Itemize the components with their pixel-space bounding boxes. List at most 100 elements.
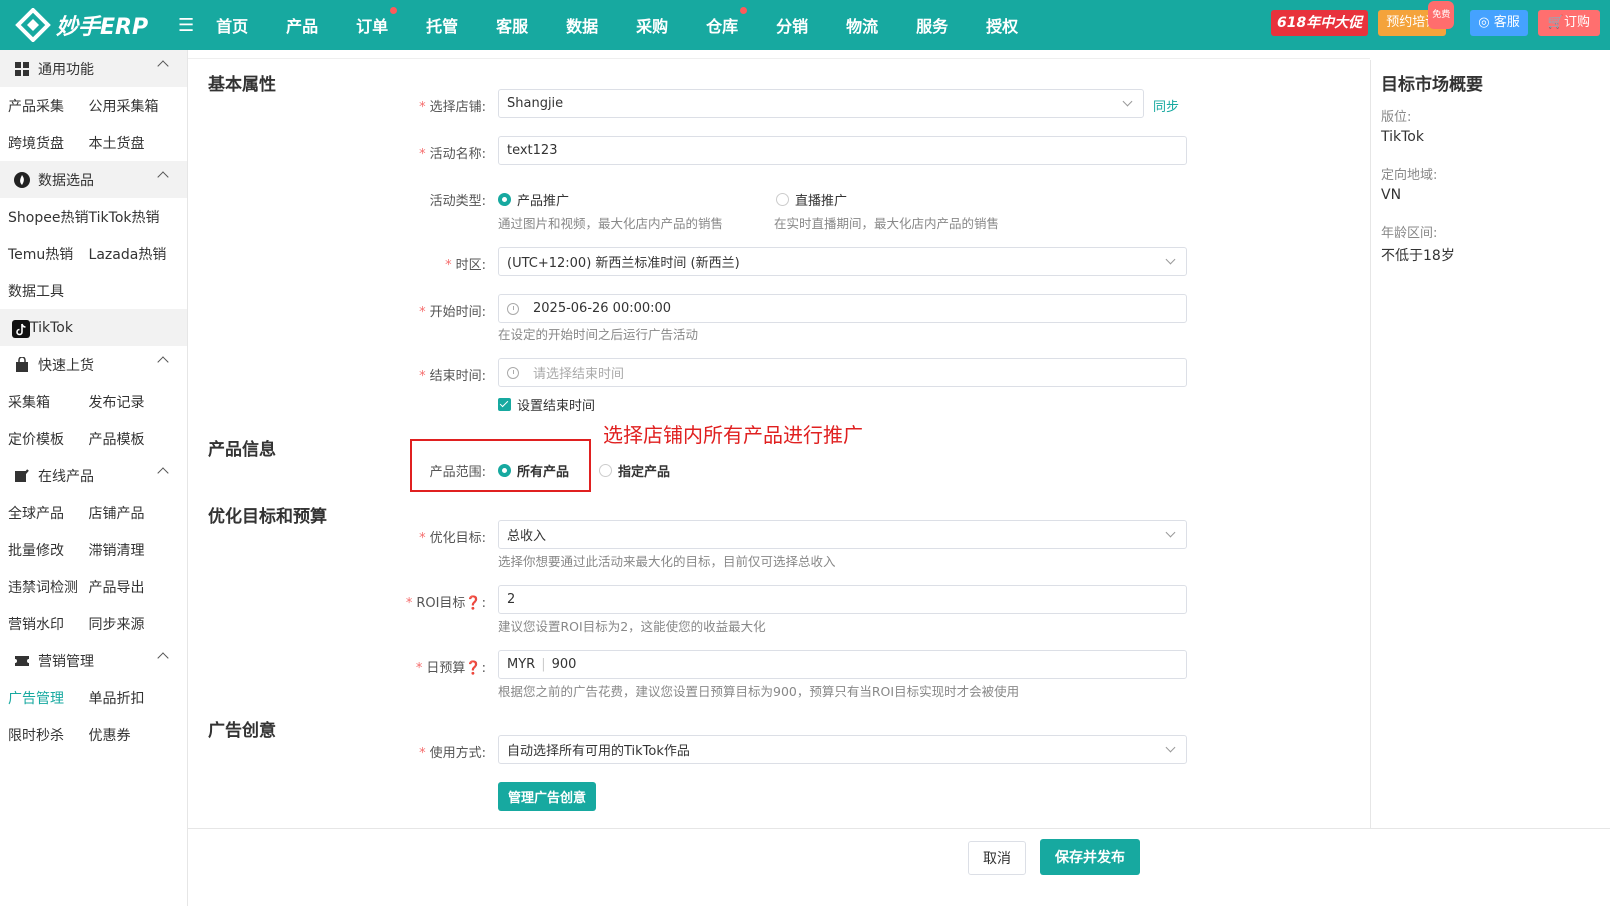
start-time-input[interactable]: 2025-06-26 00:00:00 <box>498 294 1187 323</box>
nav-customer-service[interactable]: 客服 <box>496 13 566 37</box>
store-select-value: Shangjie <box>507 96 564 111</box>
goal-select[interactable]: 总收入 <box>498 520 1187 549</box>
name-label: * 活动名称: <box>419 147 486 162</box>
nav-distribution[interactable]: 分销 <box>776 13 846 37</box>
sidebar-item-product-template[interactable]: 产品模板 <box>89 429 187 449</box>
sidebar-item-banned-words[interactable]: 违禁词检测 <box>0 577 89 597</box>
radio-scope-specific[interactable]: 指定产品 <box>599 461 670 480</box>
sidebar-item-local-goods[interactable]: 本土货盘 <box>89 133 187 153</box>
chevron-down-icon <box>1165 527 1176 538</box>
sidebar-group-common[interactable]: 通用功能 <box>0 50 187 87</box>
chevron-up-icon <box>157 60 169 72</box>
sidebar-item-store-products[interactable]: 店铺产品 <box>89 503 187 523</box>
placement-value: TikTok <box>1381 129 1424 145</box>
chevron-up-icon <box>157 652 169 664</box>
nav-authorization[interactable]: 授权 <box>986 13 1056 37</box>
sidebar-item-ad-manage[interactable]: 广告管理 <box>0 688 89 708</box>
sidebar-item-bulk-edit[interactable]: 批量修改 <box>0 540 89 560</box>
sidebar: 通用功能 产品采集 公用采集箱 跨境货盘 本土货盘 数据选品 Shopee热销 Tik… <box>0 50 188 906</box>
sidebar-item-collect-box[interactable]: 采集箱 <box>0 392 89 412</box>
sidebar-group-quick-upload[interactable]: 快速上货 <box>0 346 187 383</box>
radio-icon <box>498 464 511 477</box>
goal-value: 总收入 <box>507 529 547 544</box>
end-time-checkbox-label: 设置结束时间 <box>517 399 596 414</box>
sidebar-item-product-export[interactable]: 产品导出 <box>89 577 187 597</box>
sidebar-item-lazada-hot[interactable]: Lazada热销 <box>89 244 187 264</box>
menu-toggle-icon[interactable]: ☰ <box>178 15 194 36</box>
age-value: 不低于18岁 <box>1381 248 1455 264</box>
top-navbar: 妙手ERP ☰ 首页 产品 订单 托管 客服 数据 采购 仓库 分销 物流 服务… <box>0 0 1610 50</box>
panel-title: 目标市场概要 <box>1381 75 1483 95</box>
sidebar-item-coupon[interactable]: 优惠券 <box>89 725 187 745</box>
sidebar-group-tiktok[interactable]: TikTok <box>0 309 187 346</box>
cancel-button[interactable]: 取消 <box>968 841 1026 875</box>
promo-banner[interactable]: 618年中大促 <box>1271 10 1369 36</box>
sidebar-group-marketing[interactable]: 营销管理 <box>0 642 187 679</box>
nav-purchase[interactable]: 采购 <box>636 13 706 37</box>
roi-label: * ROI目标❓: <box>405 596 486 611</box>
sidebar-group-label: 营销管理 <box>38 653 94 670</box>
help-icon[interactable]: ❓ <box>465 596 481 611</box>
nav-hosting[interactable]: 托管 <box>426 13 496 37</box>
customer-service-label: 客服 <box>1493 15 1520 30</box>
budget-input[interactable]: MYR | 900 <box>498 650 1187 679</box>
sidebar-group-data[interactable]: 数据选品 <box>0 161 187 198</box>
nav-warehouse[interactable]: 仓库 <box>706 7 776 37</box>
end-time-input[interactable]: 请选择结束时间 <box>498 358 1187 387</box>
help-icon[interactable]: ❓ <box>465 661 481 676</box>
sidebar-item-single-discount[interactable]: 单品折扣 <box>89 688 187 708</box>
sidebar-item-sync-source[interactable]: 同步来源 <box>89 614 187 634</box>
nav-data[interactable]: 数据 <box>566 13 636 37</box>
sidebar-item-product-collect[interactable]: 产品采集 <box>0 96 89 116</box>
sidebar-item-data-tools[interactable]: 数据工具 <box>0 281 89 301</box>
sidebar-item-publish-log[interactable]: 发布记录 <box>89 392 187 412</box>
sidebar-item-tiktok-hot[interactable]: TikTok热销 <box>89 207 187 227</box>
clock-icon <box>507 366 519 379</box>
nav-home[interactable]: 首页 <box>216 13 286 37</box>
store-label: * 选择店铺: <box>419 100 486 115</box>
sync-link[interactable]: 同步 <box>1153 96 1179 115</box>
sidebar-item-cross-border[interactable]: 跨境货盘 <box>0 133 89 153</box>
store-label-text: 选择店铺: <box>429 100 486 115</box>
nav-logistics[interactable]: 物流 <box>846 13 916 37</box>
customer-service-button[interactable]: ◎ 客服 <box>1470 10 1528 36</box>
manage-creative-button[interactable]: 管理广告创意 <box>498 782 597 811</box>
sidebar-item-temu-hot[interactable]: Temu热销 <box>0 244 89 264</box>
order-button[interactable]: 🛒订购 <box>1537 10 1600 36</box>
timezone-select[interactable]: (UTC+12:00) 新西兰标准时间 (新西兰) <box>498 247 1187 276</box>
goal-label-text: 优化目标: <box>429 531 486 546</box>
sidebar-group-label: TikTok <box>30 319 73 336</box>
activity-name-value: text123 <box>507 143 558 158</box>
main-nav: 首页 产品 订单 托管 客服 数据 采购 仓库 分销 物流 服务 授权 <box>216 0 1056 50</box>
activity-name-input[interactable]: text123 <box>498 136 1187 165</box>
section-title-optimize: 优化目标和预算 <box>208 507 327 527</box>
sidebar-item-slow-clear[interactable]: 滞销清理 <box>89 540 187 560</box>
usage-select[interactable]: 自动选择所有可用的TikTok作品 <box>498 735 1187 764</box>
radio-product-promo[interactable]: 产品推广 <box>498 190 569 209</box>
store-select[interactable]: Shangjie <box>498 89 1144 118</box>
timezone-value: (UTC+12:00) 新西兰标准时间 (新西兰) <box>507 256 740 271</box>
end-time-checkbox[interactable]: 设置结束时间 <box>498 395 595 414</box>
cart-icon: 🛒 <box>1547 15 1564 30</box>
sidebar-item-watermark[interactable]: 营销水印 <box>0 614 89 634</box>
save-publish-button[interactable]: 保存并发布 <box>1040 839 1140 875</box>
sidebar-group-online-products[interactable]: 在线产品 <box>0 457 187 494</box>
sidebar-item-global-products[interactable]: 全球产品 <box>0 503 89 523</box>
sidebar-item-flash-sale[interactable]: 限时秒杀 <box>0 725 89 745</box>
start-time-hint: 在设定的开始时间之后运行广告活动 <box>498 327 699 342</box>
budget-value: 900 <box>551 657 577 672</box>
placement-label: 版位: <box>1381 110 1412 125</box>
nav-service[interactable]: 服务 <box>916 13 986 37</box>
sidebar-item-public-box[interactable]: 公用采集箱 <box>89 96 187 116</box>
sidebar-item-pricing-template[interactable]: 定价模板 <box>0 429 89 449</box>
nav-products[interactable]: 产品 <box>286 13 356 37</box>
sidebar-item-shopee-hot[interactable]: Shopee热销 <box>0 207 89 227</box>
logo[interactable]: 妙手ERP <box>14 7 164 43</box>
radio-live-promo-label: 直播推广 <box>795 194 848 209</box>
radio-live-promo[interactable]: 直播推广 <box>776 190 847 209</box>
radio-scope-all[interactable]: 所有产品 <box>498 461 569 480</box>
start-time-value: 2025-06-26 00:00:00 <box>533 301 672 316</box>
training-button[interactable]: 预约培训 免费 <box>1378 1 1455 36</box>
roi-input[interactable]: 2 <box>498 585 1187 614</box>
nav-orders[interactable]: 订单 <box>356 7 426 37</box>
